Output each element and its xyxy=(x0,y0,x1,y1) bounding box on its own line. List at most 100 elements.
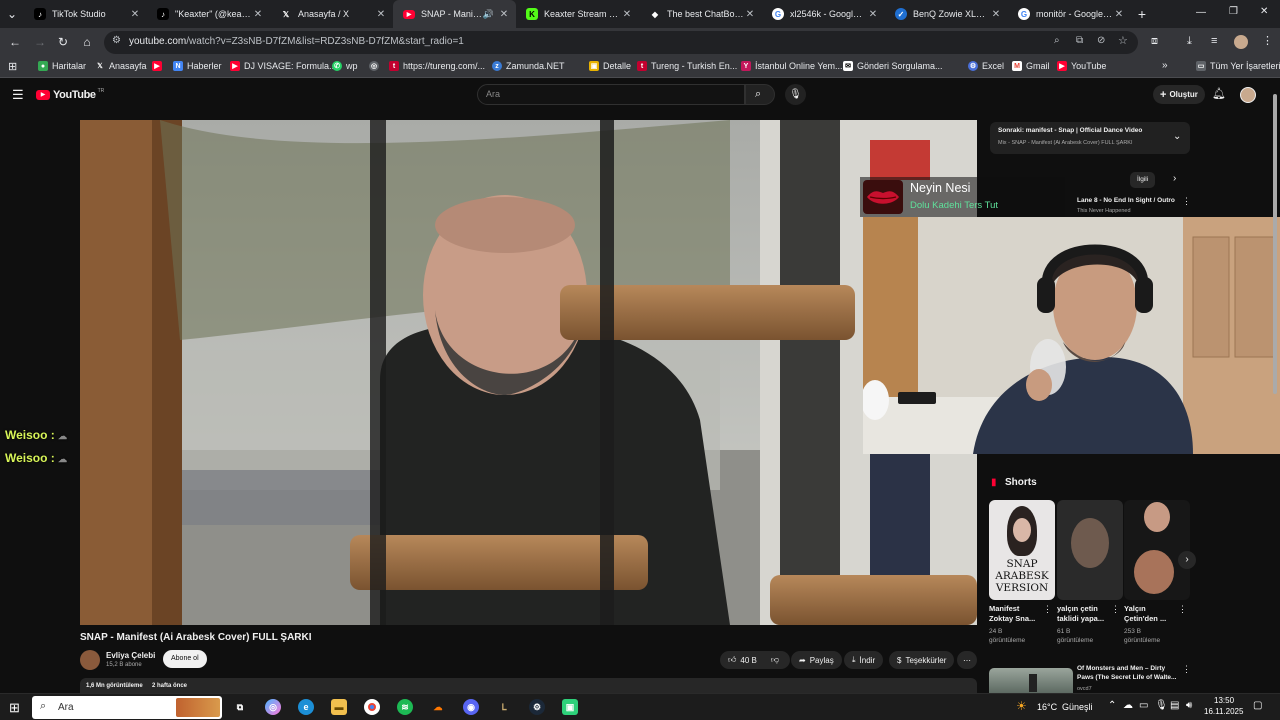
reading-list-icon[interactable]: ≡ xyxy=(1211,35,1217,47)
tab-google-xl2546k[interactable]: G xl2546k - Google'da ✕ xyxy=(762,0,885,28)
more-icon[interactable]: ⋮ xyxy=(1043,604,1052,615)
chip-related[interactable]: İlgili xyxy=(1130,172,1156,188)
chevron-up-icon[interactable]: ⌃ xyxy=(1108,700,1116,711)
download-button[interactable]: ⤓ İndir xyxy=(844,651,884,669)
soundcloud-icon[interactable]: ☁ xyxy=(430,699,446,715)
close-icon[interactable]: ✕ xyxy=(990,9,1002,20)
bookmark-youtube-1[interactable]: ▶ xyxy=(152,61,166,71)
more-icon[interactable]: ⋮ xyxy=(1182,664,1191,675)
copilot-icon[interactable]: ◎ xyxy=(265,699,281,715)
notification-icon[interactable]: ▢ xyxy=(1253,700,1262,711)
playlist-panel[interactable]: Sonraki: manifest - Snap | Official Danc… xyxy=(990,122,1190,154)
home-button[interactable]: ⌂ xyxy=(79,34,95,50)
new-tab-button[interactable]: + xyxy=(1131,6,1153,22)
profile-avatar[interactable] xyxy=(1234,35,1248,49)
channel-name[interactable]: Evliya Çelebi xyxy=(106,651,155,660)
weather-desc[interactable]: Güneşli xyxy=(1062,702,1093,712)
chevron-right-icon[interactable]: » xyxy=(1162,60,1168,71)
weather-icon[interactable]: ☀ xyxy=(1016,699,1027,713)
clock-date[interactable]: 16.11.2025 xyxy=(1204,707,1243,716)
eye-off-icon[interactable]: ⊘ xyxy=(1097,35,1105,46)
share-button[interactable]: ➦ Paylaş xyxy=(791,651,842,669)
more-actions-button[interactable]: ⋯ xyxy=(957,651,977,669)
more-icon[interactable]: ⋮ xyxy=(1262,34,1273,47)
tab-snap-manifest[interactable]: ▶ SNAP - Manifest 🔊 ✕ xyxy=(393,0,516,28)
close-icon[interactable]: ✕ xyxy=(498,9,510,20)
page-scrollbar[interactable] xyxy=(1272,86,1278,686)
discord-icon[interactable]: ◉ xyxy=(463,699,479,715)
short-card[interactable] xyxy=(1057,500,1123,600)
site-info-icon[interactable]: ⚙ xyxy=(112,35,121,46)
obs-icon[interactable]: ▣ xyxy=(562,699,578,715)
shorts-next-button[interactable]: › xyxy=(1178,551,1196,569)
short-title[interactable]: Yalçın xyxy=(1124,604,1146,613)
steam-icon[interactable]: ⚙ xyxy=(529,699,545,715)
clock-time[interactable]: 13:50 xyxy=(1214,696,1234,705)
tab-keaxter-tiktok[interactable]: ♪ "Keaxter" (@keaxter) ✕ xyxy=(147,0,270,28)
reload-button[interactable]: ↻ xyxy=(55,34,71,50)
close-icon[interactable]: ✕ xyxy=(1113,9,1125,20)
tab-keaxter-stream[interactable]: K Keaxter Stream - Wa ✕ xyxy=(516,0,639,28)
download-icon[interactable]: ⤓ xyxy=(1187,35,1192,48)
all-bookmarks[interactable]: ▭ Tüm Yer İşaretleri xyxy=(1196,61,1280,71)
edge-icon[interactable]: e xyxy=(298,699,314,715)
bookmark-tureng-2[interactable]: t Tureng - Turkish En... xyxy=(637,61,737,71)
speaker-icon[interactable]: 🔊 xyxy=(483,9,494,20)
chrome-icon[interactable] xyxy=(364,699,380,715)
install-icon[interactable]: ⧉ xyxy=(1076,35,1083,46)
back-button[interactable]: ← xyxy=(7,34,23,50)
avatar[interactable] xyxy=(1240,87,1256,103)
next-video-title[interactable]: Of Monsters and Men – Dirty Paws (The Se… xyxy=(1077,664,1180,682)
short-title[interactable]: Manifest xyxy=(989,604,1019,613)
close-icon[interactable]: ✕ xyxy=(744,9,756,20)
volume-icon[interactable]: 🔊︎ xyxy=(1186,700,1192,711)
tab-x[interactable]: 𝕏 Anasayfa / X ✕ xyxy=(270,0,393,28)
tab-chatbot[interactable]: ◆ The best ChatBot an ✕ xyxy=(639,0,762,28)
bookmark-tureng[interactable]: t https://tureng.com/... xyxy=(389,61,485,71)
task-view-icon[interactable]: ⧉ xyxy=(232,699,248,715)
windows-start-icon[interactable]: ⊞ xyxy=(9,700,20,716)
window-close-button[interactable]: ✕ xyxy=(1260,6,1268,17)
related-video-title[interactable]: Lane 8 - No End In Sight / Outro xyxy=(1077,197,1175,204)
bookmark-istanbul[interactable]: Y İstanbul Online Yem... xyxy=(741,61,843,71)
hamburger-icon[interactable]: ☰ xyxy=(12,87,24,103)
search-button[interactable]: ⌕ xyxy=(745,84,775,105)
more-icon[interactable]: ⋮ xyxy=(1178,604,1187,615)
short-title[interactable]: yalçın çetin xyxy=(1057,604,1098,613)
league-icon[interactable]: Ⅼ xyxy=(496,699,512,715)
close-icon[interactable]: ✕ xyxy=(375,9,387,20)
bookmark-wp[interactable]: ✆ wp xyxy=(332,61,358,71)
video-player[interactable] xyxy=(80,120,977,625)
network-icon[interactable]: ▭ xyxy=(1139,700,1148,711)
subscribe-button[interactable]: Abone ol xyxy=(163,650,207,668)
bookmark-youtube[interactable]: ▶ YouTube xyxy=(1057,61,1106,71)
bookmark-excel[interactable]: ⚙ Excel xyxy=(968,61,1004,71)
search-input[interactable]: Ara xyxy=(477,84,745,105)
channel-avatar[interactable] xyxy=(80,650,100,670)
chevron-right-icon[interactable]: › xyxy=(1173,173,1176,184)
weather-temp[interactable]: 16°C xyxy=(1037,702,1057,712)
tab-google-monitor[interactable]: G monitör - Google'da ✕ xyxy=(1008,0,1131,28)
chevron-down-icon[interactable]: ⌄ xyxy=(1173,131,1181,142)
thanks-button[interactable]: $ Teşekkürler xyxy=(889,651,955,669)
bookmark-zamunda[interactable]: z Zamunda.NET xyxy=(492,61,565,71)
address-bar[interactable]: ⚙ youtube.com/watch?v=Z3sNB-D7fZM&list=R… xyxy=(104,31,1138,54)
like-button[interactable]: 👍︎ 40 B 👎︎ xyxy=(720,651,790,669)
close-icon[interactable]: ✕ xyxy=(252,9,264,20)
maximize-button[interactable]: ❐ xyxy=(1229,6,1238,17)
bookmark-globe[interactable]: ◎ xyxy=(369,61,383,71)
bookmark-anasayfa[interactable]: 𝕏 Anasayfa xyxy=(95,61,146,71)
bookmark-gonderi[interactable]: ✉ Gönderi Sorgulama... xyxy=(843,61,943,71)
bookmark-haberler[interactable]: N Haberler xyxy=(173,61,222,71)
thumbs-down-icon[interactable]: 👎︎ xyxy=(771,655,779,665)
extensions-icon[interactable]: ⧈ xyxy=(1151,35,1158,48)
more-icon[interactable]: ⋮ xyxy=(1111,604,1120,615)
next-video-thumbnail[interactable] xyxy=(989,668,1073,693)
description-box[interactable]: 1,6 Mn görüntüleme 2 hafta önce xyxy=(80,678,977,693)
voice-search-button[interactable]: 🎙 xyxy=(785,84,806,105)
taskbar-search[interactable]: ⌕ Ara xyxy=(32,696,222,719)
create-button[interactable]: + Oluştur xyxy=(1153,85,1205,104)
tab-search-icon[interactable]: ⌄ xyxy=(0,6,24,22)
bookmark-detalle[interactable]: ▣ Detalle xyxy=(589,61,631,71)
bookmark-dj-visage[interactable]: ▶ DJ VISAGE: Formula... xyxy=(230,61,337,71)
